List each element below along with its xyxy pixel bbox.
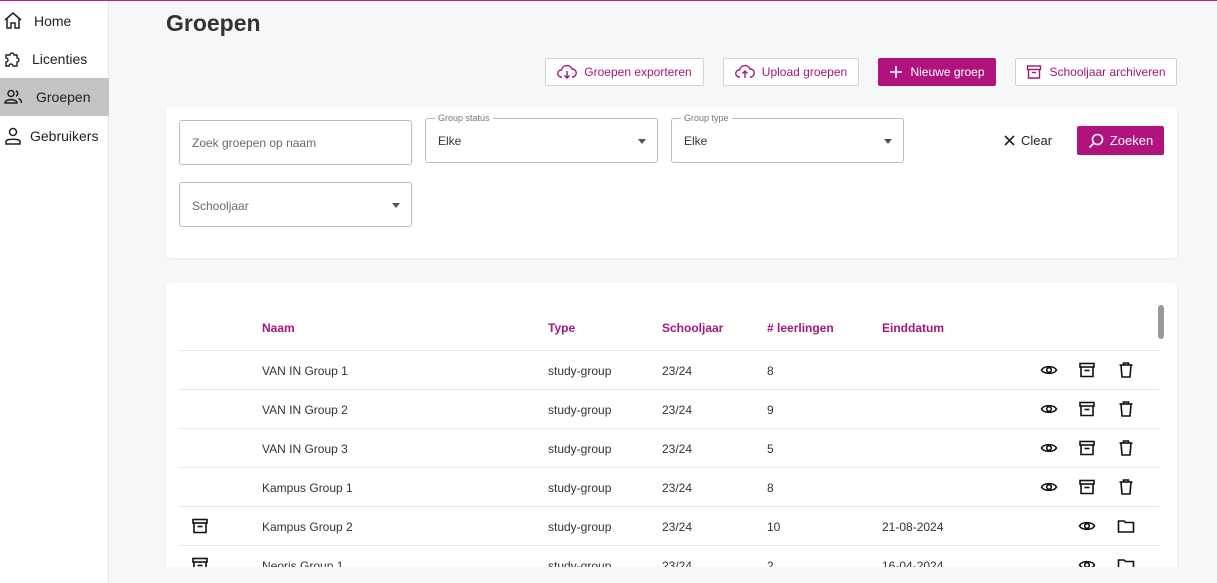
cell-students: 10	[767, 520, 781, 534]
cell-schoolyear: 23/24	[662, 520, 693, 534]
cell-name: VAN IN Group 2	[262, 403, 348, 417]
table-row[interactable]: Kampus Group 1 study-group 23/24 8	[179, 467, 1159, 506]
cell-type: study-group	[548, 481, 612, 495]
upload-groups-button[interactable]: Upload groepen	[723, 58, 859, 86]
archive-icon	[1026, 64, 1042, 80]
schoolyear-select[interactable]: Schooljaar	[179, 182, 412, 227]
schoolyear-placeholder: Schooljaar	[192, 199, 249, 213]
cell-schoolyear: 23/24	[662, 442, 693, 456]
export-groups-label: Groepen exporteren	[584, 65, 692, 79]
cell-name: VAN IN Group 1	[262, 364, 348, 378]
caret-down-icon	[392, 203, 400, 208]
column-header-schoolyear[interactable]: Schooljaar	[662, 321, 723, 335]
sidebar-item-home[interactable]: Home	[0, 2, 109, 40]
caret-down-icon	[638, 139, 646, 144]
eye-icon[interactable]	[1040, 439, 1058, 457]
cell-type: study-group	[548, 403, 612, 417]
column-header-type[interactable]: Type	[548, 321, 575, 335]
cell-schoolyear: 23/24	[662, 364, 693, 378]
upload-groups-label: Upload groepen	[761, 65, 848, 79]
scrollbar-thumb[interactable]	[1158, 305, 1164, 339]
group-type-value: Elke	[684, 134, 708, 148]
puzzle-icon	[3, 49, 23, 69]
cell-type: study-group	[548, 364, 612, 378]
table-row[interactable]: VAN IN Group 1 study-group 23/24 8	[179, 350, 1159, 389]
sidebar-item-label: Groepen	[36, 89, 91, 105]
cloud-download-icon	[557, 64, 578, 80]
close-icon	[1003, 134, 1016, 147]
search-button[interactable]: Zoeken	[1077, 126, 1164, 155]
sidebar-item-licenties[interactable]: Licenties	[0, 40, 109, 78]
search-icon	[1088, 133, 1104, 149]
cell-students: 8	[767, 481, 774, 495]
sidebar-item-label: Home	[34, 13, 72, 29]
search-input[interactable]	[180, 121, 411, 164]
eye-icon[interactable]	[1078, 517, 1096, 535]
cell-name: Kampus Group 1	[262, 481, 353, 495]
cell-schoolyear: 23/24	[662, 481, 693, 495]
column-header-enddate[interactable]: Einddatum	[882, 321, 944, 335]
group-type-legend: Group type	[681, 113, 732, 124]
table-row[interactable]: VAN IN Group 3 study-group 23/24 5	[179, 428, 1159, 467]
cell-name: Kampus Group 2	[262, 520, 353, 534]
cell-type: study-group	[548, 442, 612, 456]
users-icon	[3, 87, 23, 107]
search-field[interactable]	[179, 120, 412, 165]
cell-enddate: 21-08-2024	[882, 520, 944, 534]
archive-icon[interactable]	[1078, 400, 1096, 418]
archive-schoolyear-label: Schooljaar archiveren	[1049, 65, 1166, 79]
sidebar: Home Licenties Groepen Gebruikers	[0, 1, 109, 583]
caret-down-icon	[884, 139, 892, 144]
sidebar-item-label: Licenties	[32, 51, 88, 67]
sidebar-item-groepen[interactable]: Groepen	[0, 78, 109, 116]
table-row[interactable]: VAN IN Group 2 study-group 23/24 9	[179, 389, 1159, 428]
cell-students: 9	[767, 403, 774, 417]
cell-students: 5	[767, 442, 774, 456]
trash-icon[interactable]	[1117, 478, 1135, 496]
archive-icon[interactable]	[1078, 361, 1096, 379]
archive-icon[interactable]	[1078, 478, 1096, 496]
group-status-select[interactable]: Group status Elke	[425, 113, 658, 163]
search-label: Zoeken	[1109, 133, 1154, 148]
archive-icon[interactable]	[1078, 439, 1096, 457]
plus-icon	[889, 65, 903, 79]
user-icon	[3, 126, 23, 146]
column-header-name[interactable]: Naam	[262, 321, 295, 335]
trash-icon[interactable]	[1117, 400, 1135, 418]
cell-students: 8	[767, 364, 774, 378]
archive-schoolyear-button[interactable]: Schooljaar archiveren	[1015, 58, 1177, 86]
eye-icon[interactable]	[1040, 478, 1058, 496]
cell-schoolyear: 23/24	[662, 403, 693, 417]
clear-label: Clear	[1021, 132, 1053, 148]
sidebar-item-label: Gebruikers	[30, 128, 99, 144]
new-group-button[interactable]: Nieuwe groep	[878, 58, 996, 86]
group-status-value: Elke	[438, 134, 462, 148]
column-header-students[interactable]: # leerlingen	[767, 321, 834, 335]
home-icon	[3, 11, 23, 31]
archived-status-icon	[191, 517, 209, 535]
folder-icon[interactable]	[1117, 517, 1135, 535]
page-title: Groepen	[166, 10, 261, 36]
group-status-legend: Group status	[435, 113, 493, 124]
sidebar-item-gebruikers[interactable]: Gebruikers	[0, 117, 109, 155]
trash-icon[interactable]	[1117, 361, 1135, 379]
trash-icon[interactable]	[1117, 439, 1135, 457]
cell-name: VAN IN Group 3	[262, 442, 348, 456]
eye-icon[interactable]	[1040, 400, 1058, 418]
export-groups-button[interactable]: Groepen exporteren	[545, 58, 704, 86]
eye-icon[interactable]	[1040, 361, 1058, 379]
table-row[interactable]: Kampus Group 2 study-group 23/24 10 21-0…	[179, 506, 1159, 545]
clear-button[interactable]: Clear	[1003, 129, 1052, 151]
cell-type: study-group	[548, 520, 612, 534]
cloud-upload-icon	[734, 64, 755, 80]
group-type-select[interactable]: Group type Elke	[671, 113, 904, 163]
new-group-label: Nieuwe groep	[910, 65, 985, 79]
page-bottom-edge	[109, 567, 1217, 583]
